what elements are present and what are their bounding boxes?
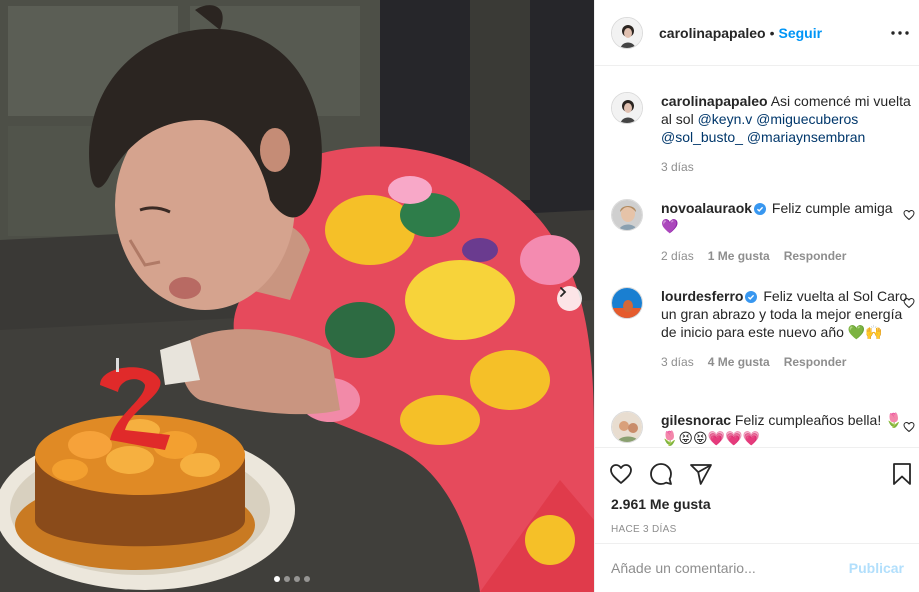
comment-text: gilesnorac Feliz cumpleaños bella! 🌷🌷😝😝💗… [661, 411, 911, 447]
caption: carolinapapaleo Asi comencé mi vuelta al… [611, 92, 911, 174]
comment-likes[interactable]: 1 Me gusta [708, 249, 770, 263]
comment-time[interactable]: 3 días [661, 355, 694, 369]
mention-link[interactable]: @miguecuberos [756, 111, 858, 127]
avatar-image [612, 412, 642, 442]
share-icon[interactable] [689, 462, 713, 486]
avatar[interactable] [611, 411, 643, 443]
mention-link[interactable]: @keyn.v [698, 111, 753, 127]
post-actions: 2.961 Me gusta HACE 3 DÍAS [595, 447, 919, 535]
comment-item: lourdesferro Feliz vuelta al Sol Caro un… [611, 287, 915, 369]
avatar[interactable] [611, 199, 643, 231]
post-header: carolinapapaleo • Seguir [595, 0, 919, 66]
comment-username[interactable]: gilesnorac [661, 412, 731, 428]
avatar-image [612, 93, 642, 123]
carousel-dot [284, 576, 290, 582]
caption-meta: 3 días [661, 160, 911, 174]
post-side-panel: carolinapapaleo • Seguir carolinapapaleo… [594, 0, 919, 592]
comment-username[interactable]: novoalauraok [661, 200, 752, 216]
mention-link[interactable]: @mariaynsembran [747, 129, 865, 145]
verified-icon [745, 291, 758, 303]
heart-icon[interactable] [903, 421, 915, 433]
comment-text: novoalauraok Feliz cumple amiga 💜 [661, 199, 911, 235]
comment-item: novoalauraok Feliz cumple amiga 💜 2 días… [611, 199, 915, 263]
heart-icon[interactable] [903, 209, 915, 221]
verified-icon [754, 203, 767, 215]
post-timestamp[interactable]: HACE 3 DÍAS [595, 524, 919, 535]
action-icons-row [595, 448, 919, 500]
carousel-dot [304, 576, 310, 582]
caption-text: carolinapapaleo Asi comencé mi vuelta al… [661, 92, 911, 146]
more-icon[interactable] [889, 22, 911, 44]
comment-item: gilesnorac Feliz cumpleaños bella! 🌷🌷😝😝💗… [611, 411, 915, 447]
comment-meta: 3 días 4 Me gusta Responder [661, 355, 911, 369]
carousel-indicator [274, 576, 310, 582]
reply-button[interactable]: Responder [784, 249, 847, 263]
comment-time[interactable]: 2 días [661, 249, 694, 263]
carousel-dot [294, 576, 300, 582]
add-comment-bar: Publicar [595, 543, 919, 592]
avatar[interactable] [611, 16, 643, 49]
publish-button[interactable]: Publicar [849, 560, 904, 576]
heart-icon[interactable] [609, 462, 633, 486]
carousel-dot [274, 576, 280, 582]
avatar[interactable] [611, 92, 643, 124]
comment-input[interactable] [611, 560, 849, 576]
comment-meta: 2 días 1 Me gusta Responder [661, 249, 911, 263]
caption-time[interactable]: 3 días [661, 160, 694, 174]
comments-list[interactable]: carolinapapaleo Asi comencé mi vuelta al… [595, 67, 919, 447]
header-username[interactable]: carolinapapaleo [659, 25, 766, 41]
likes-count[interactable]: 2.961 Me gusta [595, 496, 919, 512]
avatar-image [612, 200, 642, 230]
header-separator: • [769, 24, 775, 41]
comment-text: lourdesferro Feliz vuelta al Sol Caro un… [661, 287, 911, 341]
comment-icon[interactable] [649, 462, 673, 486]
photo-illustration [0, 0, 594, 592]
chevron-right-icon [560, 287, 567, 297]
avatar-image [612, 17, 642, 48]
bookmark-icon[interactable] [890, 462, 914, 486]
avatar[interactable] [611, 287, 643, 319]
carousel-next-button[interactable] [557, 286, 582, 311]
reply-button[interactable]: Responder [784, 355, 847, 369]
mention-link[interactable]: @sol_busto_ [661, 129, 743, 145]
avatar-image [612, 288, 642, 318]
comment-likes[interactable]: 4 Me gusta [708, 355, 770, 369]
comment-username[interactable]: lourdesferro [661, 288, 743, 304]
heart-icon[interactable] [903, 297, 915, 309]
post-photo[interactable] [0, 0, 594, 592]
caption-username[interactable]: carolinapapaleo [661, 93, 768, 109]
follow-button[interactable]: Seguir [779, 25, 823, 41]
